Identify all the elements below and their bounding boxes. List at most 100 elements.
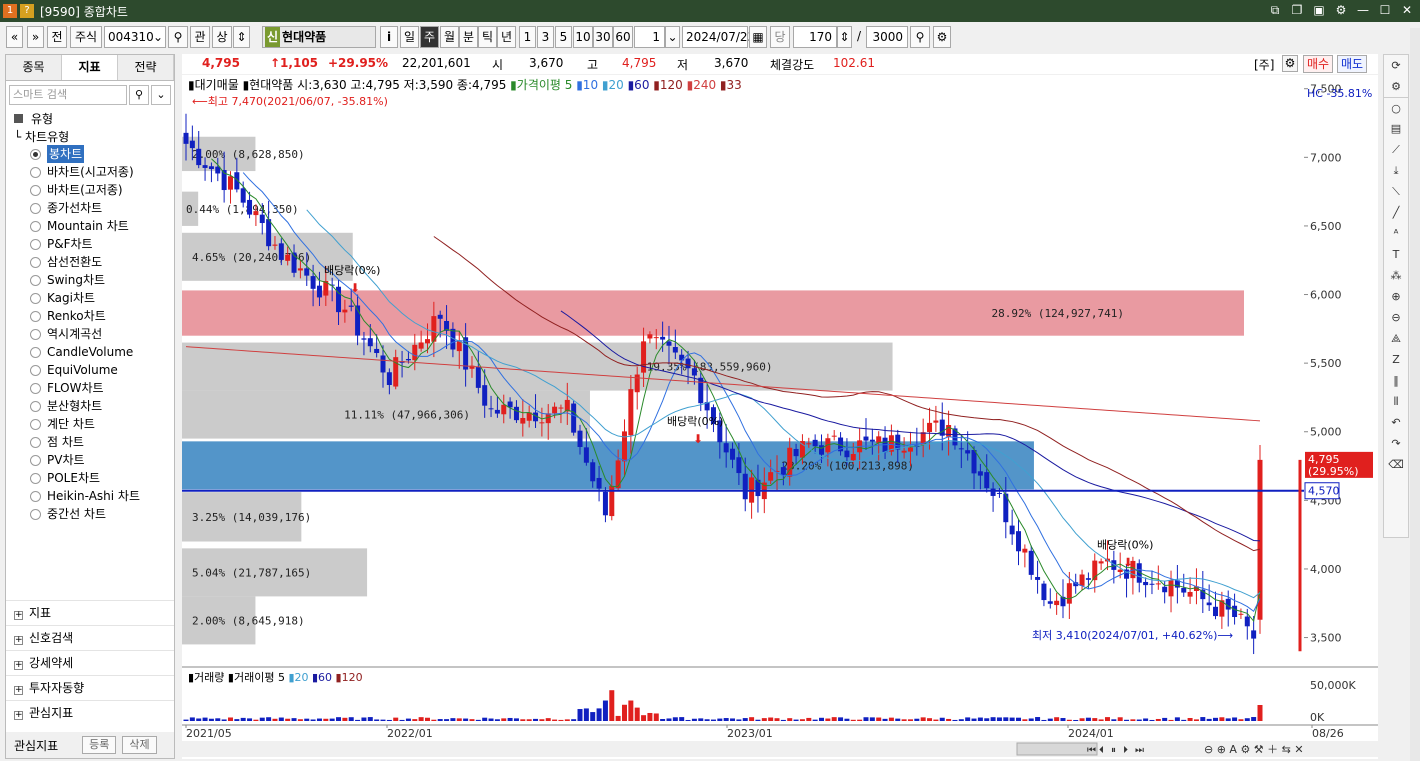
chart-type-item[interactable]: 점 차트 (6, 433, 174, 451)
radio-icon[interactable] (30, 472, 41, 484)
circle-icon[interactable]: ○ (1384, 97, 1408, 118)
radio-icon[interactable] (30, 328, 41, 340)
interval-1[interactable]: 1 (519, 26, 536, 48)
stock-name-field[interactable]: 신 현대약품 (262, 26, 376, 48)
right-scrollbar[interactable] (1410, 28, 1420, 761)
gear-icon[interactable]: ⚙ (933, 26, 951, 48)
interval-10[interactable]: 10 (573, 26, 593, 48)
interval-30[interactable]: 30 (593, 26, 613, 48)
market-button[interactable]: 전 (47, 26, 67, 48)
measure-icon[interactable]: ⟁ (1384, 328, 1408, 349)
interval-5[interactable]: 5 (555, 26, 572, 48)
search-icon[interactable]: ⚲ (168, 26, 188, 48)
chart-type-item[interactable]: 계단 차트 (6, 415, 174, 433)
chart-type-item[interactable]: Mountain 차트 (6, 217, 174, 235)
buy-button[interactable]: 매수 (1303, 55, 1334, 73)
max-count-input[interactable]: 3000 (866, 26, 908, 48)
search-icon[interactable]: ⚲ (129, 85, 149, 105)
group-signal[interactable]: + 신호검색 (6, 625, 174, 650)
radio-icon[interactable] (30, 400, 41, 412)
radio-icon[interactable] (30, 346, 41, 358)
pattern-icon[interactable]: ⁂ (1384, 265, 1408, 286)
interval-3[interactable]: 3 (537, 26, 554, 48)
close-icon[interactable]: ✕ (1400, 3, 1414, 17)
chart-type-item[interactable]: 역시계곡선 (6, 325, 174, 343)
trend-line-icon[interactable]: ⟋ (1384, 139, 1408, 160)
period-week[interactable]: 주 (420, 26, 439, 48)
chart-type-item[interactable]: PV차트 (6, 451, 174, 469)
line-icon[interactable]: ⟍ (1384, 181, 1408, 202)
chart-type-item[interactable]: 중간선 차트 (6, 505, 174, 523)
period-day[interactable]: 일 (400, 26, 419, 48)
radio-icon[interactable] (30, 454, 41, 466)
chart-type-item[interactable]: FLOW차트 (6, 379, 174, 397)
info-button[interactable]: i (380, 26, 398, 48)
delete-button[interactable]: 삭제 (122, 736, 157, 754)
vertical-lines-icon[interactable]: ‖ (1384, 370, 1408, 391)
chart-type-item[interactable]: Kagi차트 (6, 289, 174, 307)
register-button[interactable]: 등록 (82, 736, 117, 754)
radio-icon[interactable] (30, 292, 41, 304)
radio-icon[interactable] (30, 256, 41, 268)
zoom-out-icon[interactable]: ⊖ (1384, 307, 1408, 328)
text-icon[interactable]: T (1384, 244, 1408, 265)
chevron-down-icon[interactable]: ⌄ (665, 26, 680, 48)
radio-icon[interactable] (30, 436, 41, 448)
group-investor[interactable]: + 투자자동향 (6, 675, 174, 700)
chart-type-item[interactable]: 바차트(고저종) (6, 181, 174, 199)
chart-type-item[interactable]: Swing차트 (6, 271, 174, 289)
dang-button[interactable]: 당 (770, 26, 790, 48)
zoom-in-icon[interactable]: ⊕ (1384, 286, 1408, 307)
radio-icon[interactable] (30, 202, 41, 214)
count-input[interactable]: 170 (793, 26, 837, 48)
stock-code-input[interactable]: 004310 ⌄ (104, 26, 166, 48)
spin-icon[interactable]: ⇕ (837, 26, 852, 48)
chart-type-item[interactable]: 봉차트 (6, 145, 174, 163)
interval-60[interactable]: 60 (613, 26, 633, 48)
sell-button[interactable]: 매도 (1337, 55, 1368, 73)
bar-chart-icon[interactable]: ▤ (1384, 118, 1408, 139)
radio-icon[interactable] (30, 364, 41, 376)
spin-icon[interactable]: ⇕ (233, 26, 250, 48)
tab-indicators[interactable]: 지표 (62, 55, 118, 80)
minimize-icon[interactable]: — (1356, 3, 1370, 17)
gwan-button[interactable]: 관 (190, 26, 210, 48)
radio-icon[interactable] (30, 184, 41, 196)
z-icon[interactable]: Z (1384, 349, 1408, 370)
sang-button[interactable]: 상 (212, 26, 232, 48)
maximize-icon[interactable]: ☐ (1378, 3, 1392, 17)
group-strength[interactable]: + 강세약세 (6, 650, 174, 675)
chart-type-item[interactable]: 삼선전환도 (6, 253, 174, 271)
calendar-icon[interactable]: ▦ (749, 26, 767, 48)
date-input[interactable]: 2024/07/23 (682, 26, 755, 48)
period-year[interactable]: 년 (497, 26, 516, 48)
chart-type-item[interactable]: POLE차트 (6, 469, 174, 487)
undo-icon[interactable]: ↶ (1384, 412, 1408, 433)
period-minute[interactable]: 분 (459, 26, 478, 48)
tab-stocks[interactable]: 종목 (6, 55, 62, 80)
help-icon[interactable]: ? (20, 4, 34, 18)
radio-icon[interactable] (30, 148, 41, 160)
grid-icon[interactable]: ⫴ (1384, 391, 1408, 412)
redo-icon[interactable]: ↷ (1384, 433, 1408, 454)
link-icon[interactable]: ⧉ (1268, 3, 1282, 17)
chart-type-item[interactable]: EquiVolume (6, 361, 174, 379)
chart-type-item[interactable]: P&F차트 (6, 235, 174, 253)
auto-icon[interactable]: ᴬ (1384, 223, 1408, 244)
group-indicator[interactable]: + 지표 (6, 600, 174, 625)
radio-icon[interactable] (30, 274, 41, 286)
tab-strategy[interactable]: 전략 (118, 55, 174, 80)
chart-type-item[interactable]: Heikin-Ashi 차트 (6, 487, 174, 505)
radio-icon[interactable] (30, 238, 41, 250)
radio-icon[interactable] (30, 310, 41, 322)
chart-area[interactable]: 2.00% (8,628,850) 0.44% (1,894,350) 4.65% … (182, 75, 1378, 759)
chart-type-item[interactable]: 종가선차트 (6, 199, 174, 217)
settings-icon[interactable]: ⚙ (1384, 76, 1408, 97)
radio-icon[interactable] (30, 220, 41, 232)
radio-icon[interactable] (30, 418, 41, 430)
eraser-icon[interactable]: ⌫ (1384, 454, 1408, 475)
group-favorite[interactable]: + 관심지표 (6, 700, 174, 725)
copy-icon[interactable]: ❐ (1290, 3, 1304, 17)
radio-icon[interactable] (30, 490, 41, 502)
section-type[interactable]: 유형 (6, 109, 174, 129)
